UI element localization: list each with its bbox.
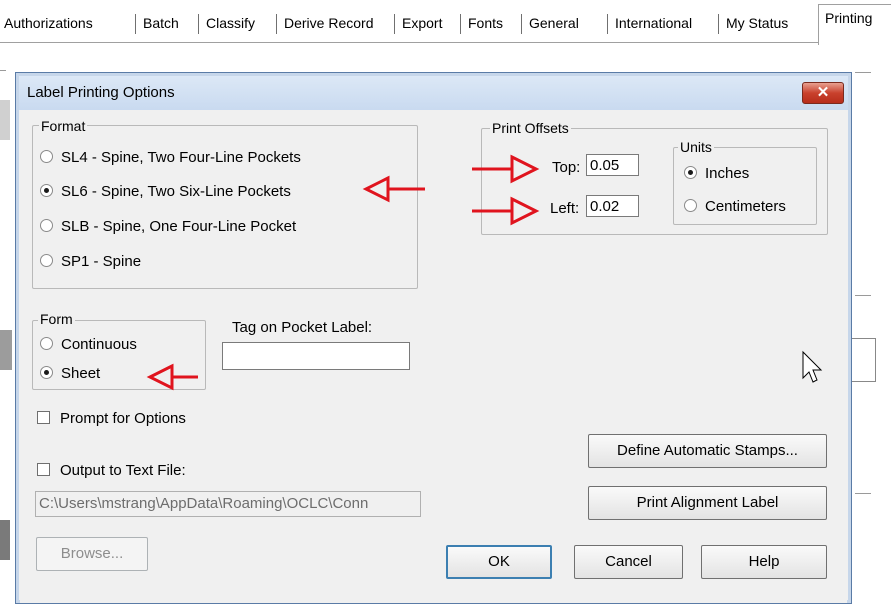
option-label: SL4 - Spine, Two Four-Line Pockets [61,149,301,166]
tab-fonts[interactable]: Fonts [468,15,503,31]
radio-button-icon [40,337,53,350]
left-offset-input[interactable]: 0.02 [586,195,639,217]
checkbox-label: Prompt for Options [60,410,186,427]
options-tab-strip: Authorizations Batch Classify Derive Rec… [0,0,891,45]
label-printing-options-dialog: Label Printing Options ✕ Format SL4 - Sp… [15,72,852,604]
radio-button-icon [40,254,53,267]
background-panel-edge [851,338,876,382]
format-option-sl4[interactable]: SL4 - Spine, Two Four-Line Pockets [40,149,301,166]
tab-general[interactable]: General [529,15,579,31]
units-legend: Units [678,139,714,155]
tag-on-pocket-label: Tag on Pocket Label: [232,319,373,336]
radio-button-icon [40,219,53,232]
tab-separator [135,14,136,34]
radio-button-icon [684,199,697,212]
print-offsets-legend: Print Offsets [490,120,571,136]
tab-export[interactable]: Export [402,15,442,31]
form-option-sheet[interactable]: Sheet [40,365,100,382]
dialog-client-area: Format SL4 - Spine, Two Four-Line Pocket… [20,110,847,603]
option-label: SP1 - Spine [61,253,142,270]
define-automatic-stamps-button[interactable]: Define Automatic Stamps... [588,434,827,468]
top-offset-label: Top: [552,159,581,176]
output-file-path-input[interactable]: C:\Users\mstrang\AppData\Roaming\OCLC\Co… [35,491,421,517]
dialog-title: Label Printing Options [27,84,175,101]
tab-my-status[interactable]: My Status [726,15,788,31]
option-label: Continuous [61,336,137,353]
option-label: SL6 - Spine, Two Six-Line Pockets [61,183,291,200]
tab-separator [276,14,277,34]
top-offset-input[interactable]: 0.05 [586,154,639,176]
units-option-centimeters[interactable]: Centimeters [684,198,786,215]
radio-button-selected-icon [684,166,697,179]
close-button[interactable]: ✕ [802,82,844,104]
radio-button-icon [40,150,53,163]
checkbox-icon [37,463,50,476]
tag-on-pocket-input[interactable] [222,342,410,370]
tab-separator [607,14,608,34]
tab-separator [198,14,199,34]
radio-button-selected-icon [40,184,53,197]
output-to-text-file-checkbox[interactable]: Output to Text File: [37,462,186,479]
help-button[interactable]: Help [701,545,827,579]
background-fragment [0,330,12,370]
background-fragment [0,100,10,140]
tab-printing[interactable]: Printing [825,10,872,26]
background-divider [855,295,871,296]
browse-button[interactable]: Browse... [36,537,148,571]
checkbox-icon [37,411,50,424]
checkbox-label: Output to Text File: [60,462,186,479]
format-option-sp1[interactable]: SP1 - Spine [40,253,141,270]
option-label: Inches [705,165,750,182]
option-label: Centimeters [705,198,786,215]
format-option-sl6[interactable]: SL6 - Spine, Two Six-Line Pockets [40,183,291,200]
format-legend: Format [39,118,88,134]
units-option-inches[interactable]: Inches [684,165,749,182]
tab-separator [521,14,522,34]
form-option-continuous[interactable]: Continuous [40,336,137,353]
background-divider [855,72,871,73]
close-icon: ✕ [816,84,830,101]
radio-button-selected-icon [40,366,53,379]
tab-separator [394,14,395,34]
tab-derive-record[interactable]: Derive Record [284,15,373,31]
tab-separator [460,14,461,34]
background-fragment [0,520,10,560]
background-divider [0,70,6,71]
format-option-slb[interactable]: SLB - Spine, One Four-Line Pocket [40,218,296,235]
ok-button[interactable]: OK [446,545,552,579]
dialog-titlebar: Label Printing Options ✕ [19,76,848,110]
print-alignment-label-button[interactable]: Print Alignment Label [588,486,827,520]
background-divider [855,493,871,494]
prompt-for-options-checkbox[interactable]: Prompt for Options [37,410,186,427]
tab-batch[interactable]: Batch [143,15,179,31]
tab-international[interactable]: International [615,15,692,31]
tab-separator [718,14,719,34]
option-label: SLB - Spine, One Four-Line Pocket [61,218,297,235]
tab-classify[interactable]: Classify [206,15,255,31]
option-label: Sheet [61,365,101,382]
left-offset-label: Left: [550,200,580,217]
form-legend: Form [38,311,75,327]
cancel-button[interactable]: Cancel [574,545,683,579]
tab-authorizations[interactable]: Authorizations [4,15,93,31]
